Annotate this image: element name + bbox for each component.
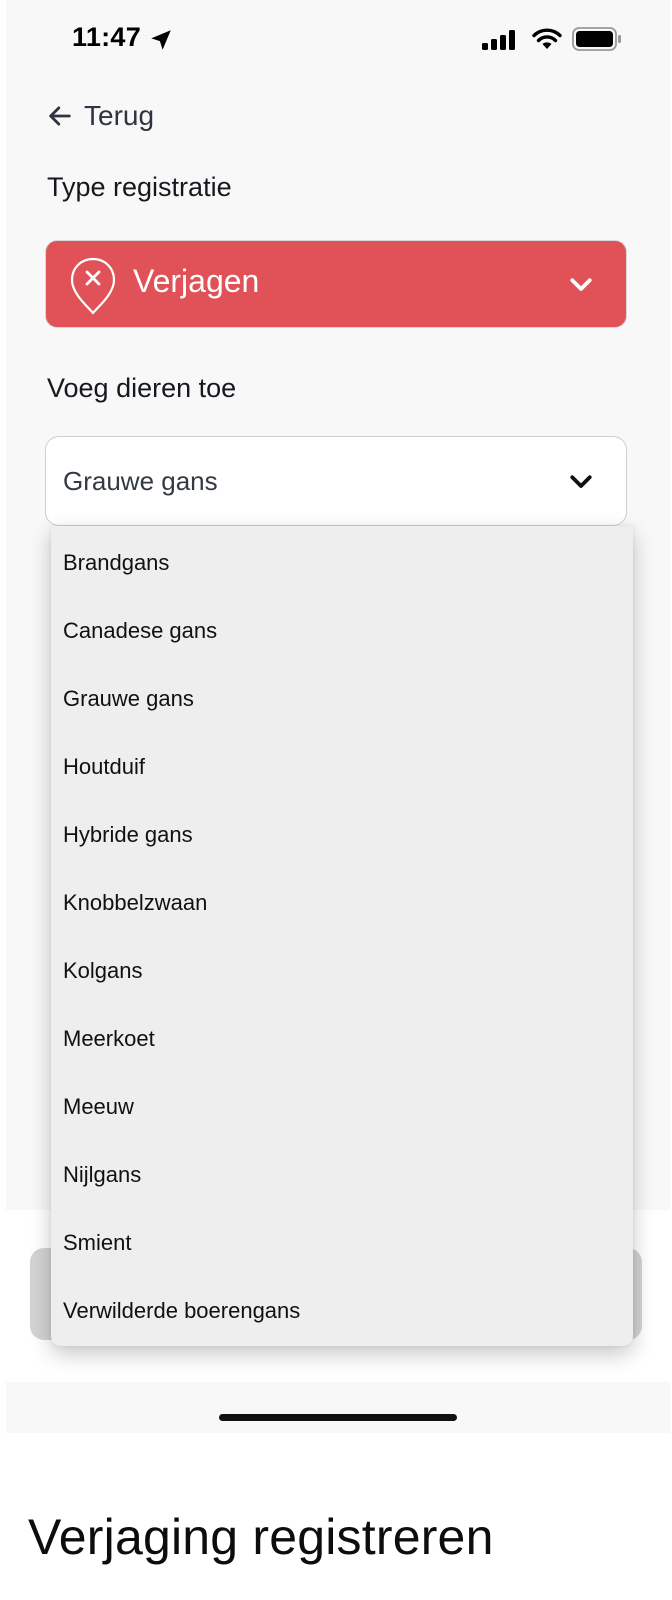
registration-type-value: Verjagen xyxy=(133,263,260,299)
chevron-down-icon xyxy=(570,278,592,291)
chevron-down-icon xyxy=(570,475,592,488)
add-animals-label: Voeg dieren toe xyxy=(47,373,237,403)
back-button[interactable]: Terug xyxy=(46,96,154,136)
dropdown-option[interactable]: Meerkoet xyxy=(51,1002,633,1070)
location-arrow-icon xyxy=(151,30,171,50)
dropdown-option[interactable]: Verwilderde boerengans xyxy=(51,1274,633,1342)
dropdown-option[interactable]: Kolgans xyxy=(51,934,633,1002)
dropdown-option[interactable]: Hybride gans xyxy=(51,798,633,866)
arrow-left-icon xyxy=(49,106,71,126)
animal-select-value: Grauwe gans xyxy=(63,466,218,496)
dropdown-option[interactable]: Brandgans xyxy=(51,526,633,594)
animal-dropdown-list: Brandgans Canadese gans Grauwe gans Hout… xyxy=(51,526,633,1346)
status-bar: 11:47 xyxy=(6,0,670,80)
animal-select[interactable]: Grauwe gans xyxy=(45,436,627,526)
dropdown-option[interactable]: Smient xyxy=(51,1206,633,1274)
dropdown-option[interactable]: Knobbelzwaan xyxy=(51,866,633,934)
dropdown-option[interactable]: Grauwe gans xyxy=(51,662,633,730)
phone-screen: 11:47 Terug Type registratie Verjagen Vo… xyxy=(6,0,670,1433)
registration-type-select[interactable]: Verjagen xyxy=(45,240,627,328)
home-indicator-area xyxy=(6,1382,670,1433)
status-time: 11:47 xyxy=(72,22,142,52)
battery-icon xyxy=(572,27,621,51)
dropdown-option[interactable]: Nijlgans xyxy=(51,1138,633,1206)
dropdown-option[interactable]: Meeuw xyxy=(51,1070,633,1138)
home-indicator[interactable] xyxy=(219,1414,457,1421)
wifi-icon xyxy=(532,28,562,49)
page-title: Verjaging registreren xyxy=(28,1509,494,1565)
location-pin-x-icon xyxy=(70,257,116,315)
back-label: Terug xyxy=(84,100,155,131)
dropdown-option[interactable]: Houtduif xyxy=(51,730,633,798)
cellular-signal-icon xyxy=(482,30,515,50)
registration-type-label: Type registratie xyxy=(47,172,232,202)
dropdown-option[interactable]: Canadese gans xyxy=(51,594,633,662)
